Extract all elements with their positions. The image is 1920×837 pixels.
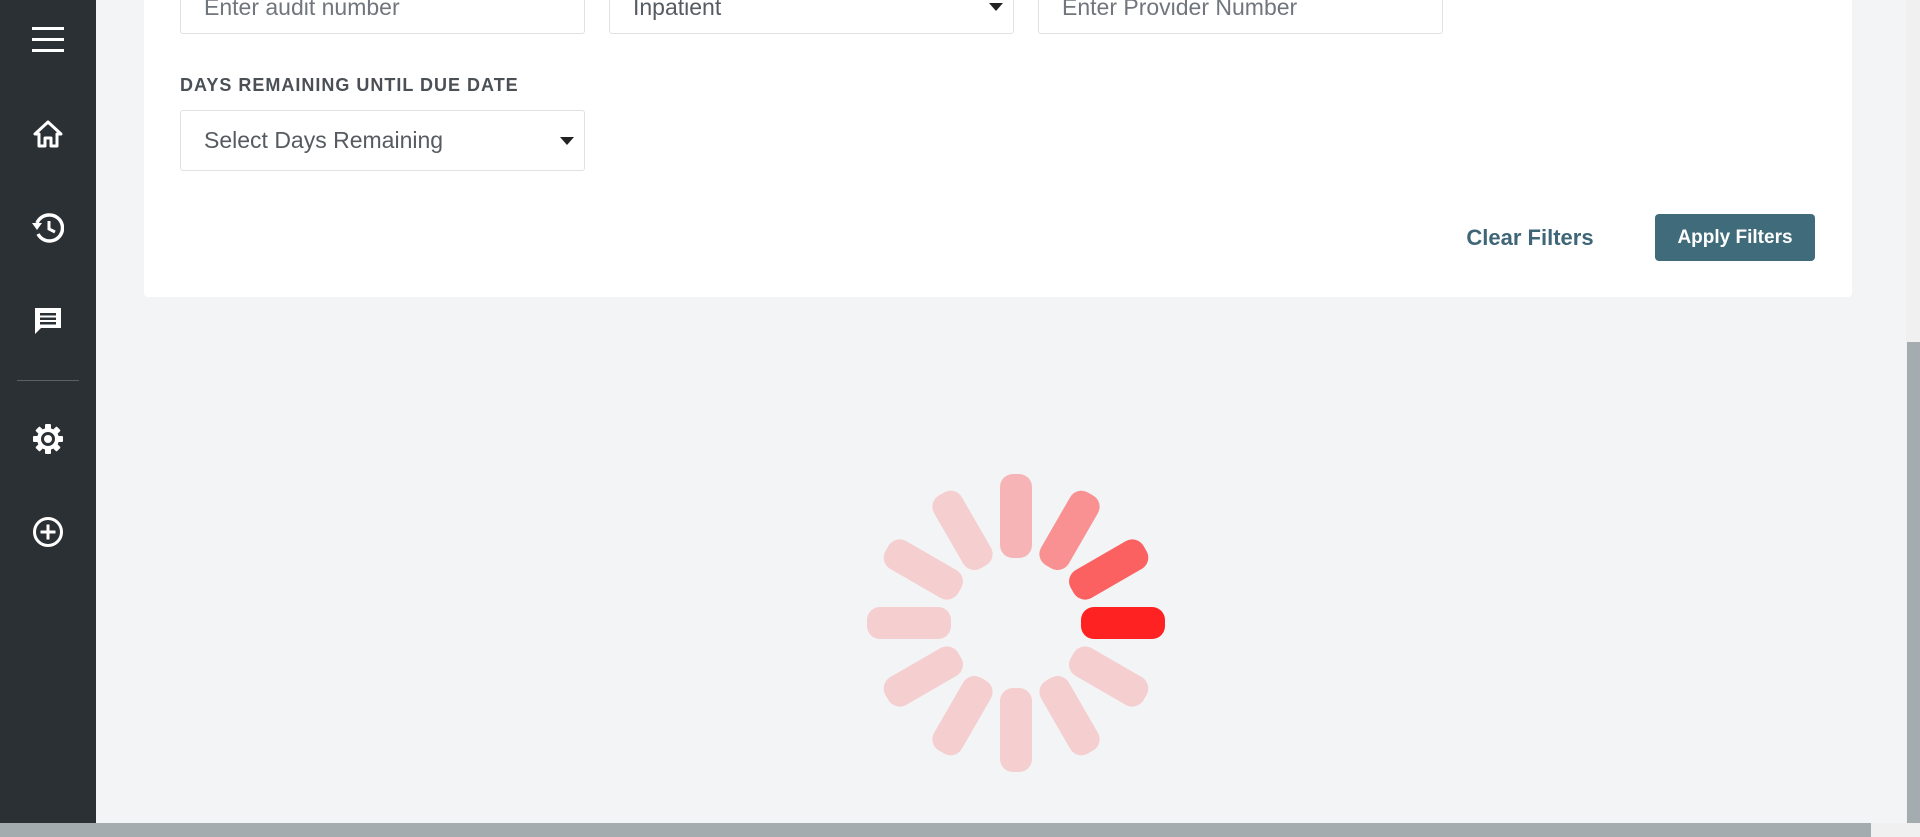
spinner-spoke [1081,607,1165,639]
vertical-scrollbar-thumb[interactable] [1907,342,1920,823]
spinner-spoke [1000,474,1032,558]
loading-spinner [867,474,1165,772]
spinner-spoke [1000,688,1032,772]
horizontal-scrollbar-thumb[interactable] [0,823,1871,837]
spinner-spoke [867,607,951,639]
